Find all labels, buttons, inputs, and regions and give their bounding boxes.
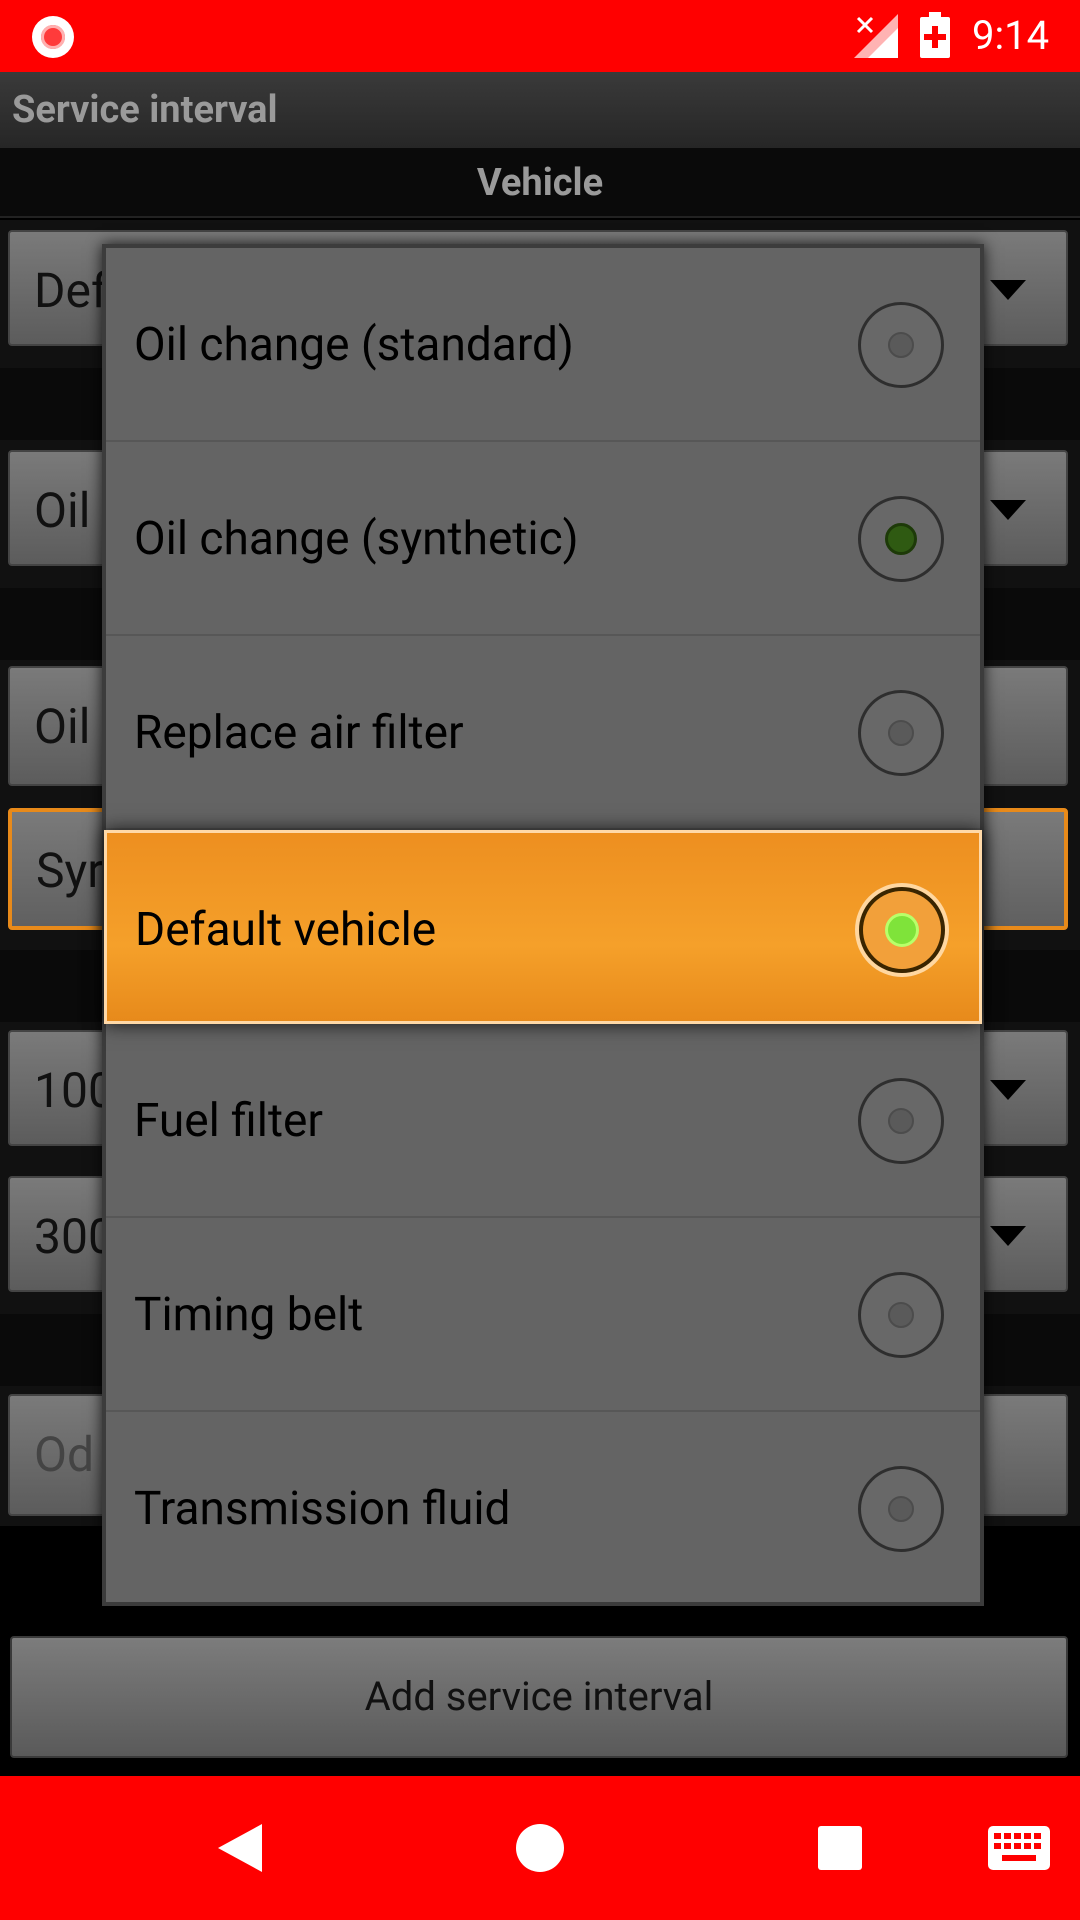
radio-button[interactable] bbox=[858, 1466, 944, 1552]
radio-dot-icon bbox=[885, 913, 919, 947]
option-label: Replace air filter bbox=[134, 706, 464, 760]
screen-record-icon bbox=[32, 16, 74, 58]
dialog-option-replace-air-filter[interactable]: Replace air filter bbox=[106, 636, 980, 830]
battery-charging-icon bbox=[920, 12, 950, 58]
option-label: Oil change (synthetic) bbox=[134, 512, 579, 566]
back-icon[interactable] bbox=[218, 1824, 262, 1872]
option-label: Fuel filter bbox=[134, 1094, 323, 1148]
radio-dot-icon bbox=[888, 332, 914, 358]
radio-dot-icon bbox=[888, 1496, 914, 1522]
service-name-value: Oil bbox=[34, 698, 91, 755]
dropdown-arrow-icon bbox=[990, 1226, 1026, 1246]
add-service-interval-button[interactable]: Add service interval bbox=[10, 1636, 1068, 1758]
selection-dialog: Oil change (standard) Oil change (synthe… bbox=[102, 244, 984, 1606]
page-title: Service interval bbox=[12, 88, 278, 132]
section-header-vehicle: Vehicle bbox=[0, 148, 1080, 218]
radio-dot-icon bbox=[888, 1302, 914, 1328]
keyboard-icon[interactable] bbox=[988, 1826, 1050, 1870]
recent-apps-icon[interactable] bbox=[818, 1826, 862, 1870]
dialog-option-fuel-filter[interactable]: Fuel filter bbox=[106, 1024, 980, 1218]
radio-button[interactable] bbox=[858, 302, 944, 388]
dialog-option-transmission-fluid[interactable]: Transmission fluid bbox=[106, 1412, 980, 1606]
section-header-label: Vehicle bbox=[476, 161, 604, 205]
radio-button[interactable] bbox=[858, 1078, 944, 1164]
radio-button-selected[interactable] bbox=[859, 887, 945, 973]
option-label: Timing belt bbox=[134, 1288, 364, 1342]
radio-dot-icon bbox=[888, 720, 914, 746]
option-label: Default vehicle bbox=[135, 903, 437, 957]
dialog-option-timing-belt[interactable]: Timing belt bbox=[106, 1218, 980, 1412]
no-signal-icon bbox=[854, 14, 898, 58]
navigation-bar bbox=[0, 1776, 1080, 1920]
radio-button[interactable] bbox=[858, 690, 944, 776]
radio-button-checked[interactable] bbox=[858, 496, 944, 582]
dialog-option-default-vehicle[interactable]: Default vehicle bbox=[104, 830, 982, 1024]
clock: 9:14 bbox=[972, 12, 1050, 59]
service-description-value: Syr bbox=[36, 842, 104, 899]
app-bar: Service interval bbox=[0, 72, 1080, 148]
dialog-option-oil-change-standard[interactable]: Oil change (standard) bbox=[106, 248, 980, 442]
service-type-spinner-value: Oil bbox=[34, 482, 91, 539]
vehicle-spinner-value: Def bbox=[34, 262, 108, 319]
radio-dot-icon bbox=[888, 1108, 914, 1134]
dropdown-arrow-icon bbox=[990, 500, 1026, 520]
option-label: Transmission fluid bbox=[134, 1482, 511, 1536]
add-service-interval-label: Add service interval bbox=[364, 1673, 714, 1720]
radio-button[interactable] bbox=[858, 1272, 944, 1358]
radio-dot-icon bbox=[885, 523, 917, 555]
option-label: Oil change (standard) bbox=[134, 318, 574, 372]
odometer-placeholder: Od bbox=[34, 1426, 95, 1483]
home-icon[interactable] bbox=[516, 1824, 564, 1872]
status-bar: 9:14 bbox=[0, 0, 1080, 72]
dialog-option-oil-change-synthetic[interactable]: Oil change (synthetic) bbox=[106, 442, 980, 636]
dropdown-arrow-icon bbox=[990, 1080, 1026, 1100]
dropdown-arrow-icon bbox=[990, 280, 1026, 300]
